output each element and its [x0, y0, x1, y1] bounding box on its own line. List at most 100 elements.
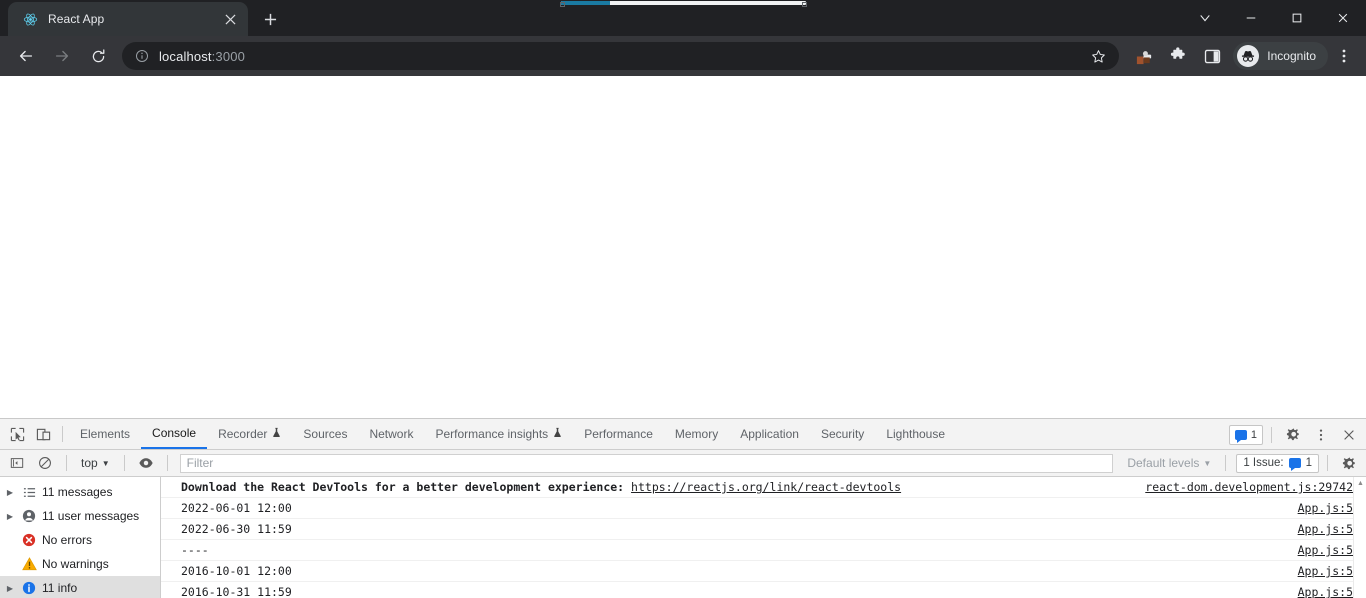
console-message-row[interactable]: 2016-10-31 11:59 App.js:5 — [161, 582, 1366, 598]
message-source-link[interactable]: App.js:5 — [1298, 501, 1353, 515]
tab-label: Lighthouse — [886, 427, 946, 441]
tab-elements[interactable]: Elements — [69, 419, 141, 449]
chevron-right-icon[interactable]: ▶ — [4, 488, 16, 497]
bookmark-star-icon[interactable] — [1087, 45, 1109, 67]
extensions-puzzle-icon[interactable] — [1163, 41, 1193, 71]
console-message-row[interactable]: 2016-10-01 12:00 App.js:5 — [161, 561, 1366, 582]
url-host: localhost — [159, 48, 212, 64]
device-toolbar-icon[interactable] — [30, 421, 56, 447]
console-message-text: Download the React DevTools for a better… — [181, 480, 1133, 494]
console-message-row[interactable]: Download the React DevTools for a better… — [161, 477, 1366, 498]
flask-icon — [553, 427, 562, 441]
chevron-down-icon[interactable] — [1182, 0, 1228, 36]
window-close-button[interactable] — [1320, 0, 1366, 36]
browser-toolbar: localhost:3000 Incognito — [0, 36, 1366, 76]
tab-label: Sources — [303, 427, 348, 441]
devtools-more-menu-icon[interactable] — [1308, 422, 1334, 448]
react-logo-icon — [22, 11, 38, 27]
sidebar-item-info[interactable]: ▶ 11 info — [0, 576, 160, 598]
forward-arrow-icon[interactable] — [47, 41, 77, 71]
console-message-text: 2022-06-30 11:59 — [181, 522, 292, 536]
message-source-link[interactable]: react-dom.development.js:29742 — [1145, 480, 1353, 494]
console-message-list[interactable]: Download the React DevTools for a better… — [161, 477, 1366, 598]
issues-count: 1 — [1250, 428, 1257, 441]
sidebar-item-label: 11 user messages — [42, 509, 140, 523]
console-settings-gear-icon[interactable] — [1336, 450, 1362, 476]
sidebar-item-errors[interactable]: No errors — [0, 528, 160, 552]
message-source-link[interactable]: App.js:5 — [1298, 585, 1353, 598]
incognito-hat-icon — [1237, 45, 1260, 67]
chevron-right-icon[interactable]: ▶ — [4, 512, 16, 521]
toolbar-divider — [1327, 455, 1328, 471]
inspect-element-icon[interactable] — [4, 421, 30, 447]
toolbar-divider — [1225, 455, 1227, 471]
issues-badge[interactable]: 1 — [1228, 424, 1263, 445]
tab-close-icon[interactable] — [220, 9, 240, 29]
window-controls — [1182, 0, 1366, 36]
console-sidebar-toggle-icon[interactable] — [4, 450, 30, 476]
maximize-button[interactable] — [1274, 0, 1320, 36]
console-vertical-scrollbar[interactable]: ▲ — [1353, 477, 1366, 598]
sidebar-item-label: 11 info — [42, 581, 78, 595]
tab-label: Elements — [80, 427, 131, 441]
tab-lighthouse[interactable]: Lighthouse — [875, 419, 956, 449]
sidebar-item-messages[interactable]: ▶ 11 messages — [0, 480, 160, 504]
console-filter-input[interactable]: Filter — [179, 453, 1114, 473]
console-message-text: 2016-10-31 11:59 — [181, 585, 292, 598]
scroll-up-arrow-icon[interactable]: ▲ — [1354, 477, 1366, 490]
new-tab-button[interactable] — [256, 5, 284, 33]
browser-titlebar: React App — [0, 0, 1366, 36]
incognito-indicator[interactable]: Incognito — [1233, 42, 1328, 70]
user-extension-icon[interactable] — [1129, 41, 1159, 71]
log-levels-select[interactable]: Default levels ▼ — [1121, 453, 1217, 474]
message-source-link[interactable]: App.js:5 — [1298, 522, 1353, 536]
side-panel-icon[interactable] — [1197, 41, 1227, 71]
execution-context-select[interactable]: top ▼ — [75, 453, 116, 474]
minimize-button[interactable] — [1228, 0, 1274, 36]
sidebar-item-warnings[interactable]: No warnings — [0, 552, 160, 576]
console-message-text: 2022-06-01 12:00 — [181, 501, 292, 515]
tab-label: Recorder — [218, 427, 268, 441]
address-bar[interactable]: localhost:3000 — [122, 42, 1120, 70]
browser-tab-react-app[interactable]: React App — [8, 2, 248, 36]
console-message-row[interactable]: 2022-06-01 12:00 App.js:5 — [161, 498, 1366, 519]
sidebar-item-user-messages[interactable]: ▶ 11 user messages — [0, 504, 160, 528]
clear-console-icon[interactable] — [32, 450, 58, 476]
react-devtools-link[interactable]: https://reactjs.org/link/react-devtools — [631, 480, 901, 494]
console-message-row[interactable]: ---- App.js:5 — [161, 540, 1366, 561]
gear-icon[interactable] — [1280, 422, 1306, 448]
info-icon — [21, 581, 37, 595]
tab-application[interactable]: Application — [729, 419, 810, 449]
tab-performance[interactable]: Performance — [573, 419, 664, 449]
reload-icon[interactable] — [83, 41, 113, 71]
chevron-right-icon[interactable]: ▶ — [4, 584, 16, 593]
tab-network[interactable]: Network — [358, 419, 424, 449]
close-devtools-icon[interactable] — [1336, 422, 1362, 448]
live-expression-eye-icon[interactable] — [133, 450, 159, 476]
console-issues-button[interactable]: 1 Issue: 1 — [1236, 453, 1319, 473]
console-body: ▶ 11 messages ▶ 11 user messages No erro… — [0, 477, 1366, 598]
issue-message-icon — [1288, 458, 1301, 471]
tab-security[interactable]: Security — [810, 419, 875, 449]
tab-memory[interactable]: Memory — [664, 419, 729, 449]
tab-sources[interactable]: Sources — [292, 419, 358, 449]
message-source-link[interactable]: App.js:5 — [1298, 543, 1353, 557]
tab-title: React App — [48, 12, 105, 26]
filter-placeholder: Filter — [186, 456, 214, 470]
back-arrow-icon[interactable] — [11, 41, 41, 71]
console-message-row[interactable]: 2022-06-30 11:59 App.js:5 — [161, 519, 1366, 540]
three-dot-menu-icon[interactable] — [1330, 41, 1358, 71]
tab-console[interactable]: Console — [141, 419, 208, 449]
user-icon — [21, 509, 37, 523]
message-source-link[interactable]: App.js:5 — [1298, 564, 1353, 578]
issues-label: 1 Issue: — [1243, 457, 1284, 469]
drag-handle-right[interactable] — [802, 2, 807, 7]
tab-drag-progress-strip — [561, 1, 806, 5]
drag-handle-left[interactable] — [560, 2, 565, 7]
tab-performance-insights[interactable]: Performance insights — [424, 419, 573, 449]
console-filter-toolbar: top ▼ Filter Default levels ▼ 1 Issue: 1 — [0, 450, 1366, 477]
page-viewport[interactable] — [0, 76, 1366, 418]
tab-recorder[interactable]: Recorder — [207, 419, 292, 449]
toolbar-divider — [1271, 426, 1272, 443]
info-circle-icon[interactable] — [134, 48, 150, 64]
